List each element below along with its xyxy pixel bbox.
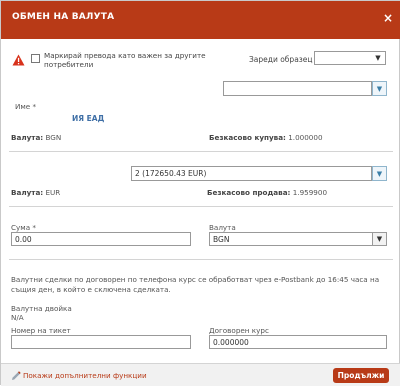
dialog-title: ОБМЕН НА ВАЛУТА (12, 12, 115, 22)
agreed-rate-label: Договорен курс (209, 326, 269, 335)
dialog-titlebar: ОБМЕН НА ВАЛУТА × (1, 1, 400, 39)
close-icon[interactable]: × (383, 12, 393, 24)
chevron-down-icon[interactable]: ▼ (372, 233, 386, 245)
agreed-rate-value: 0.000000 (213, 337, 249, 347)
sell-rate-label: Безкасово продава: (207, 188, 291, 197)
amount-currency-label: Валута (209, 223, 236, 232)
chevron-down-icon: ▼ (376, 84, 383, 93)
agreed-rate-input[interactable]: 0.000000 (209, 335, 387, 349)
buy-rate-label: Безкасово купува: (209, 133, 286, 142)
continue-button[interactable]: Продължи (333, 368, 389, 383)
warning-icon (12, 54, 25, 66)
chevron-down-icon: ▼ (376, 169, 383, 178)
sell-rate: Безкасово продава: 1.959900 (207, 188, 327, 197)
account-to-select[interactable]: 2 (172650.43 EUR) (131, 166, 372, 181)
ticket-label: Номер на тикет (11, 326, 71, 335)
currency-to-value: EUR (45, 188, 61, 197)
divider (9, 151, 393, 152)
load-template-label: Зареди образец (249, 55, 313, 64)
mark-important-label: Маркирай превода като важен за другите п… (44, 51, 206, 69)
pencil-icon (12, 371, 21, 380)
currency-to-label: Валута: (11, 188, 44, 197)
currency-from-value: BGN (45, 133, 62, 142)
amount-label: Сума * (11, 223, 36, 232)
amount-currency-select[interactable]: BGN ▼ (209, 232, 387, 246)
show-more-functions-link[interactable]: Покажи допълнителни функции (23, 371, 147, 380)
load-template-select[interactable]: ▼ (314, 51, 386, 65)
amount-currency-value: BGN (213, 234, 230, 244)
currency-to: Валута: EUR (11, 188, 60, 197)
currency-from-label: Валута: (11, 133, 44, 142)
divider (9, 259, 393, 260)
buy-rate: Безкасово купува: 1.000000 (209, 133, 323, 142)
amount-input[interactable]: 0.00 (11, 232, 191, 246)
name-label: Име * (15, 102, 37, 111)
sell-rate-value: 1.959900 (292, 188, 328, 197)
ticket-input[interactable] (11, 335, 191, 349)
currency-pair-label: Валутна двойка (11, 304, 72, 313)
currency-pair-value: N/A (11, 313, 24, 322)
name-value: ИЯ ЕАД (72, 114, 105, 123)
account-from-dropdown-button[interactable]: ▼ (372, 81, 387, 96)
amount-value: 0.00 (15, 234, 32, 244)
info-note: Валутни сделки по договорен по телефона … (11, 275, 380, 294)
mark-important-checkbox[interactable] (31, 54, 40, 63)
chevron-down-icon[interactable]: ▼ (371, 52, 385, 64)
buy-rate-value: 1.000000 (288, 133, 323, 142)
currency-exchange-dialog: ОБМЕН НА ВАЛУТА × Маркирай превода като … (0, 0, 400, 386)
dialog-footer: Покажи допълнителни функции Продължи (1, 363, 400, 386)
account-from-select[interactable] (223, 81, 372, 96)
divider (9, 206, 393, 207)
account-to-value: 2 (172650.43 EUR) (135, 169, 207, 178)
account-to-dropdown-button[interactable]: ▼ (372, 166, 387, 181)
currency-from: Валута: BGN (11, 133, 61, 142)
